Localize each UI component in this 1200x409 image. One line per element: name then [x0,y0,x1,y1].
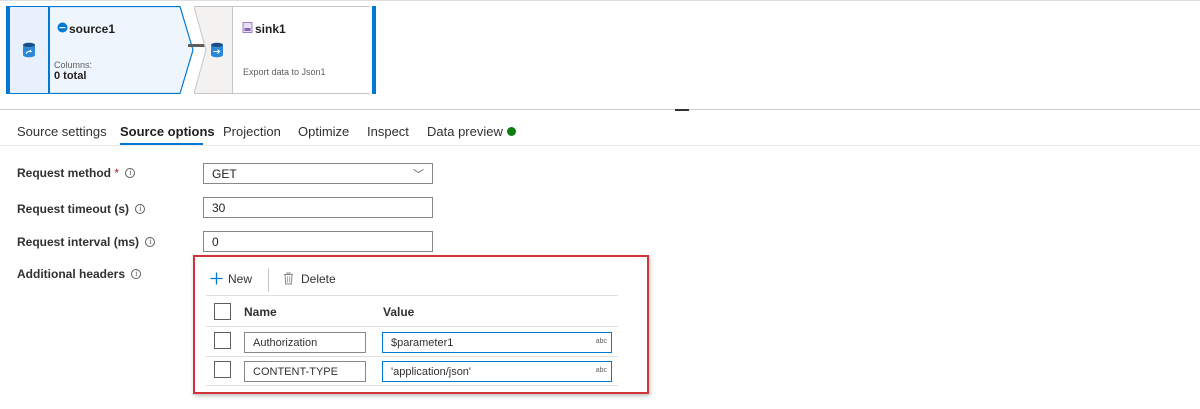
sink-node-description: Export data to Json1 [243,67,326,77]
dataflow-canvas[interactable]: source1 Columns: 0 total sink1 Export da… [0,0,1200,110]
row-divider [206,356,618,357]
request-method-select[interactable]: GET ﹀ [203,163,433,184]
source-node-title: source1 [69,22,116,36]
select-all-checkbox[interactable] [214,303,231,320]
request-timeout-label-text: Request timeout (s) [17,202,130,216]
request-interval-label: Request interval (ms) i [17,235,156,249]
required-asterisk: * [114,166,120,180]
toolbar-divider [268,268,269,292]
header-value-input[interactable]: $parameter1 abc [382,332,612,353]
header-value-text: 'application/json' [391,366,472,378]
sink-node[interactable]: sink1 Export data to Json1 [194,6,378,94]
sink-node-selection-bar [370,6,376,94]
active-tab-indicator [120,143,203,145]
tab-data-preview[interactable]: Data preview [427,124,503,139]
data-preview-status-dot [507,127,516,136]
plus-icon [210,272,223,285]
additional-headers-label-text: Additional headers [17,267,126,281]
request-timeout-label: Request timeout (s) i [17,202,146,216]
info-icon[interactable]: i [125,168,136,178]
chevron-down-icon: ﹀ [413,169,424,181]
info-icon[interactable]: i [145,237,156,247]
source-node-columns-total: 0 total [54,70,87,82]
source-database-icon [23,42,35,58]
canvas-top-border [0,0,1200,1]
source-node-columns-label: Columns: [54,60,93,70]
new-header-button[interactable]: New [210,272,252,286]
row-checkbox[interactable] [214,332,231,349]
request-method-label: Request method * i [17,166,136,180]
source-node[interactable]: source1 Columns: 0 total [6,6,194,94]
table-top-divider [206,295,618,296]
sink-node-title: sink1 [255,22,286,36]
table-header-divider [206,326,618,327]
new-button-label: New [228,272,253,286]
sink-type-icon [242,22,253,33]
column-header-name: Name [244,305,277,319]
source-type-icon [57,22,68,33]
request-method-label-text: Request method [17,166,112,180]
delete-button-label: Delete [301,272,336,286]
settings-tabs: Source settings Source options Projectio… [0,118,1200,146]
type-badge: abc [595,338,607,345]
header-name-input[interactable]: Authorization [244,332,366,353]
header-name-input[interactable]: CONTENT-TYPE [244,361,366,382]
request-interval-input[interactable] [203,231,433,252]
panel-resize-handle[interactable] [675,109,689,111]
column-header-value: Value [383,305,415,319]
trash-icon [284,272,293,285]
sink-node-body [233,6,371,94]
header-value-text: $parameter1 [391,337,454,349]
info-icon[interactable]: i [135,204,146,214]
tab-source-options[interactable]: Source options [120,124,215,139]
additional-headers-label: Additional headers i [17,267,142,281]
tab-source-settings[interactable]: Source settings [17,124,107,139]
tab-optimize[interactable]: Optimize [298,124,349,139]
header-value-input[interactable]: 'application/json' abc [382,361,612,382]
row-checkbox[interactable] [214,361,231,378]
delete-header-button[interactable]: Delete [283,272,336,286]
request-interval-label-text: Request interval (ms) [17,235,140,249]
info-icon[interactable]: i [131,269,142,279]
row-divider [206,385,618,386]
sink-database-icon [211,42,223,58]
request-method-value: GET [212,167,237,181]
request-timeout-input[interactable] [203,197,433,218]
type-badge: abc [595,367,607,374]
tab-projection[interactable]: Projection [223,124,281,139]
tab-inspect[interactable]: Inspect [367,124,409,139]
